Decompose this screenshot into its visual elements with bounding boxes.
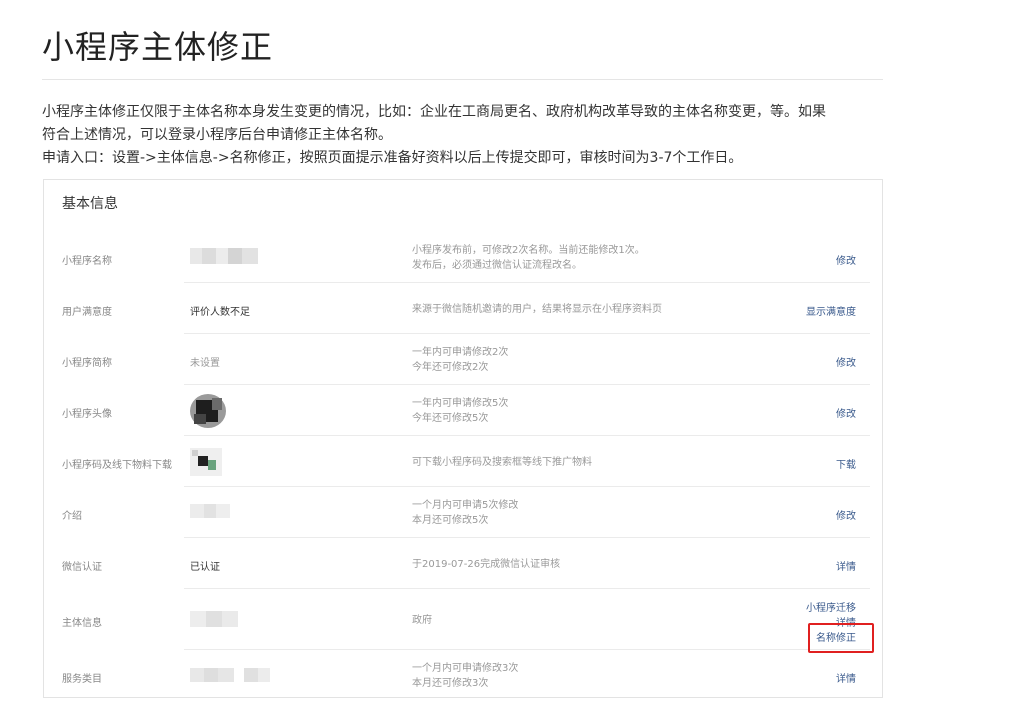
edit-intro-link[interactable]: 修改: [836, 507, 856, 522]
intro-text: 小程序主体修正仅限于主体名称本身发生变更的情况，比如：企业在工商局更名、政府机构…: [42, 101, 887, 170]
categories-details-link[interactable]: 详情: [836, 670, 856, 685]
info-row-satisfaction: 用户满意度 评价人数不足 来源于微信随机邀请的用户，结果将显示在小程序资料页 显…: [44, 283, 882, 334]
info-row-qrcode: 小程序码及线下物料下载 可下载小程序码及搜索框等线下推广物料 下载: [44, 436, 882, 487]
row-label: 主体信息: [62, 618, 102, 629]
blurred-entity-name: [190, 611, 238, 627]
info-row-verification: 微信认证 已认证 于2019-07-26完成微信认证审核 详情: [44, 538, 882, 589]
blurred-name-image: [190, 248, 260, 264]
row-desc: 一个月内可申请修改3次: [412, 663, 519, 674]
row-label: 小程序头像: [62, 409, 112, 420]
intro-line: 申请入口：设置->主体信息->名称修正，按照页面提示准备好资料以后上传提交即可，…: [42, 150, 743, 166]
row-desc: 可下载小程序码及搜索框等线下推广物料: [412, 457, 592, 468]
row-desc: 本月还可修改5次: [412, 515, 489, 526]
intro-line: 符合上述情况，可以登录小程序后台申请修正主体名称。: [42, 127, 392, 143]
row-label: 用户满意度: [62, 307, 112, 318]
info-row-intro: 介绍 一个月内可申请5次修改 本月还可修改5次 修改: [44, 487, 882, 538]
row-desc: 今年还可修改5次: [412, 413, 489, 424]
title-divider: [42, 79, 883, 80]
info-row-name: 小程序名称 小程序发布前，可修改2次名称。当前还能修改1次。 发布后，必须通过微…: [44, 232, 882, 283]
page-title: 小程序主体修正: [42, 28, 274, 66]
edit-short-name-link[interactable]: 修改: [836, 354, 856, 369]
row-desc: 一年内可申请修改5次: [412, 398, 509, 409]
info-row-entity: 主体信息 政府 小程序迁移 详情 名称修正: [44, 589, 882, 650]
blurred-intro-text: [190, 504, 230, 518]
show-satisfaction-link[interactable]: 显示满意度: [806, 303, 856, 318]
info-row-short-name: 小程序简称 未设置 一年内可申请修改2次 今年还可修改2次 修改: [44, 334, 882, 385]
row-desc: 一个月内可申请5次修改: [412, 500, 519, 511]
row-desc: 小程序发布前，可修改2次名称。当前还能修改1次。: [412, 245, 645, 256]
row-label: 服务类目: [62, 674, 102, 685]
name-correction-highlight: [808, 623, 874, 653]
row-label: 微信认证: [62, 562, 102, 573]
blurred-categories: [190, 668, 272, 682]
avatar: [190, 394, 226, 428]
panel-title: 基本信息: [62, 196, 118, 212]
info-row-avatar: 小程序头像 一年内可申请修改5次 今年还可修改5次 修改: [44, 385, 882, 436]
qrcode-thumbnail: [190, 448, 222, 476]
row-desc: 于2019-07-26完成微信认证审核: [412, 559, 561, 570]
download-link[interactable]: 下载: [836, 456, 856, 471]
edit-avatar-link[interactable]: 修改: [836, 405, 856, 420]
row-label: 小程序简称: [62, 358, 112, 369]
row-desc: 发布后，必须通过微信认证流程改名。: [412, 260, 582, 271]
row-label: 介绍: [62, 511, 82, 522]
row-desc: 来源于微信随机邀请的用户，结果将显示在小程序资料页: [412, 304, 662, 315]
row-value: 已认证: [190, 562, 220, 573]
verification-details-link[interactable]: 详情: [836, 558, 856, 573]
info-row-categories: 服务类目 一个月内可申请修改3次 本月还可修改3次 详情: [44, 650, 882, 697]
intro-line: 小程序主体修正仅限于主体名称本身发生变更的情况，比如：企业在工商局更名、政府机构…: [42, 104, 826, 120]
basic-info-panel: 基本信息 小程序名称 小程序发布前，可修改2次名称。当前还能修改1次。 发布后，…: [43, 179, 883, 698]
row-desc: 一年内可申请修改2次: [412, 347, 509, 358]
migrate-link[interactable]: 小程序迁移: [806, 599, 856, 614]
row-value: 评价人数不足: [190, 307, 250, 318]
edit-name-link[interactable]: 修改: [836, 252, 856, 267]
row-desc: 今年还可修改2次: [412, 362, 489, 373]
row-label: 小程序码及线下物料下载: [62, 460, 172, 471]
row-desc: 本月还可修改3次: [412, 678, 489, 689]
row-desc: 政府: [412, 615, 432, 626]
row-value: 未设置: [190, 358, 220, 369]
row-label: 小程序名称: [62, 256, 112, 267]
